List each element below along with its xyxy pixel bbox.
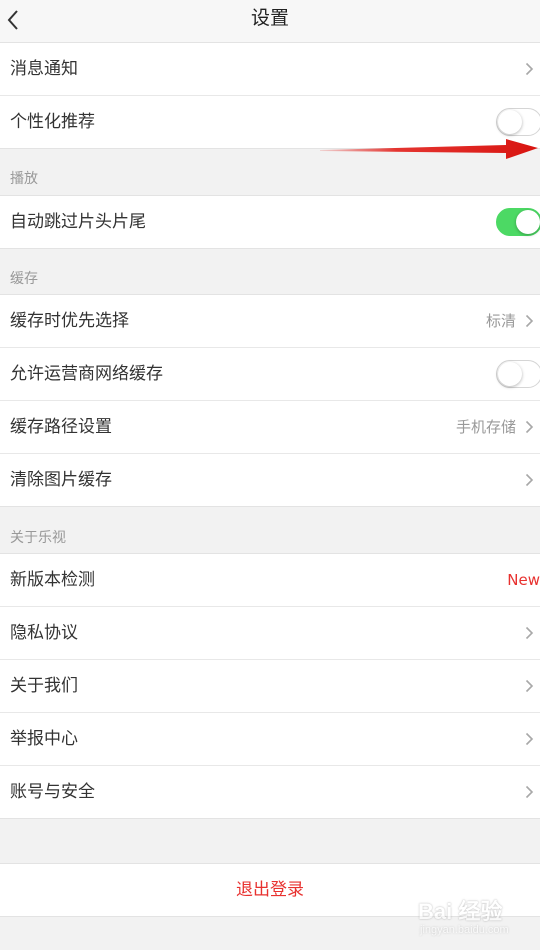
cache-settings-group: 缓存时优先选择 标清 允许运营商网络缓存 缓存路径设置 手机存储 清除图片缓存 [0,294,540,507]
toggle-knob [516,210,540,234]
carrier-network-cache-toggle[interactable] [496,360,540,388]
notifications-label: 消息通知 [10,59,78,79]
section-title-playback: 播放 [10,171,38,187]
skip-intro-outro-row: 自动跳过片头片尾 [0,196,540,248]
general-settings-group: 消息通知 个性化推荐 [0,42,540,149]
check-update-label: 新版本检测 [10,570,95,590]
privacy-policy-row[interactable]: 隐私协议 [0,607,540,660]
check-update-row[interactable]: 新版本检测 New [0,554,540,607]
personalized-recommend-label: 个性化推荐 [10,112,95,132]
chevron-right-icon [525,785,534,799]
cache-quality-value: 标清 [485,312,516,330]
chevron-right-icon [525,314,534,328]
section-title-about: 关于乐视 [10,530,66,546]
cache-quality-row[interactable]: 缓存时优先选择 标清 [0,295,540,348]
chevron-right-icon [525,626,534,640]
section-title-cache: 缓存 [10,271,38,287]
skip-intro-outro-label: 自动跳过片头片尾 [10,212,146,232]
cache-path-label: 缓存路径设置 [10,417,112,437]
carrier-network-cache-label: 允许运营商网络缓存 [10,364,163,384]
page-title: 设置 [250,7,289,29]
playback-settings-group: 自动跳过片头片尾 [0,195,540,249]
carrier-network-cache-row: 允许运营商网络缓存 [0,348,540,401]
about-us-row[interactable]: 关于我们 [0,660,540,713]
annotation-arrow-icon [320,139,538,159]
about-us-label: 关于我们 [10,676,78,696]
chevron-right-icon [525,473,534,487]
watermark-url: jingyan.baidu.com [420,924,509,936]
account-security-row[interactable]: 账号与安全 [0,766,540,818]
privacy-policy-label: 隐私协议 [10,623,78,643]
cache-path-row[interactable]: 缓存路径设置 手机存储 [0,401,540,454]
personalized-recommend-toggle[interactable] [496,108,540,136]
account-security-label: 账号与安全 [10,782,95,802]
report-center-label: 举报中心 [10,729,78,749]
skip-intro-outro-toggle[interactable] [496,208,540,236]
report-center-row[interactable]: 举报中心 [0,713,540,766]
watermark-brand: Bai 经验 [418,899,503,924]
about-settings-group: 新版本检测 New 隐私协议 关于我们 举报中心 账号与安全 [0,553,540,819]
clear-image-cache-row[interactable]: 清除图片缓存 [0,454,540,506]
chevron-right-icon [525,732,534,746]
new-version-badge: New [507,571,540,589]
chevron-right-icon [525,679,534,693]
toggle-knob [498,362,522,386]
clear-image-cache-label: 清除图片缓存 [10,470,112,490]
chevron-right-icon [525,62,534,76]
toggle-knob [498,110,522,134]
cache-path-value: 手机存储 [455,418,516,436]
notifications-row[interactable]: 消息通知 [0,43,540,96]
cache-quality-label: 缓存时优先选择 [10,311,129,331]
baidu-jingyan-watermark: Bai 经验 jingyan.baidu.com [418,888,536,946]
top-nav-bar: 设置 [0,0,540,43]
chevron-right-icon [525,420,534,434]
